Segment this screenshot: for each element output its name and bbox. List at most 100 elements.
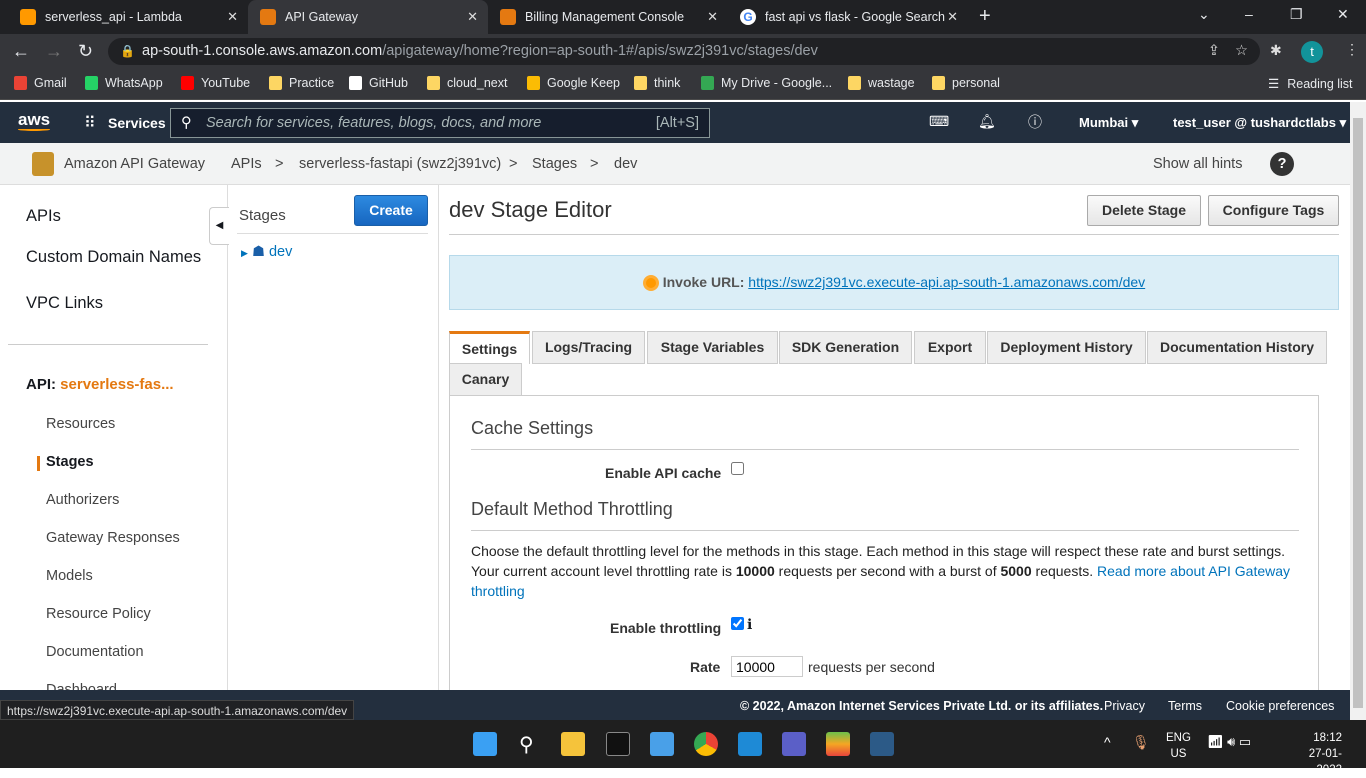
sidebar-item-resource-policy[interactable]: Resource Policy bbox=[46, 606, 151, 622]
teams-icon[interactable] bbox=[782, 732, 806, 756]
tab-settings[interactable]: Settings bbox=[449, 331, 530, 364]
crumb-stages[interactable]: Stages bbox=[532, 156, 577, 172]
language-indicator[interactable]: ENG US bbox=[1166, 730, 1191, 762]
new-tab-button[interactable]: + bbox=[979, 5, 991, 28]
bell-icon[interactable]: 🔔︎ bbox=[978, 113, 996, 130]
active-indicator bbox=[37, 456, 40, 471]
info-icon[interactable]: ℹ bbox=[747, 616, 752, 633]
tab-export[interactable]: Export bbox=[914, 331, 986, 364]
bookmark-item[interactable]: personal bbox=[932, 76, 1000, 90]
help-icon[interactable]: ⓘ bbox=[1028, 112, 1042, 132]
wifi-volume-battery-icons[interactable]: 📶︎ 🔊︎ ▭ bbox=[1207, 734, 1251, 750]
sidebar-item-resources[interactable]: Resources bbox=[46, 416, 115, 432]
bluestacks-icon[interactable] bbox=[826, 732, 850, 756]
aws-search-input[interactable]: ⚲ Search for services, features, blogs, d… bbox=[170, 108, 710, 138]
back-icon[interactable]: ← bbox=[12, 41, 30, 62]
tab-logs-tracing[interactable]: Logs/Tracing bbox=[532, 331, 645, 364]
sidebar-item-vpc-links[interactable]: VPC Links bbox=[26, 294, 103, 313]
crumb-api[interactable]: serverless-fastapi (swz2j391vc) bbox=[299, 156, 501, 172]
stage-tree-item-dev[interactable]: ▶ ☗ dev bbox=[241, 244, 292, 260]
info-dot-icon bbox=[642, 275, 659, 292]
bookmark-item[interactable]: WhatsApp bbox=[85, 76, 163, 90]
aws-logo[interactable]: aws bbox=[18, 110, 50, 131]
share-icon[interactable]: ⇪ bbox=[1208, 38, 1220, 65]
tab-canary[interactable]: Canary bbox=[449, 363, 522, 396]
bookmark-item[interactable]: Gmail bbox=[14, 76, 67, 90]
privacy-link[interactable]: Privacy bbox=[1104, 699, 1145, 713]
restore-button[interactable]: ❐ bbox=[1290, 6, 1303, 23]
sidebar-item-apis[interactable]: APIs bbox=[26, 207, 61, 226]
bookmark-item[interactable]: think bbox=[634, 76, 680, 90]
tab-google[interactable]: Gfast api vs flask - Google Search ✕ bbox=[728, 0, 968, 34]
menu-icon[interactable]: ⋮ bbox=[1345, 41, 1359, 58]
region-selector[interactable]: Mumbai ▾ bbox=[1079, 115, 1138, 131]
profile-avatar[interactable]: t bbox=[1301, 41, 1323, 63]
bookmark-item[interactable]: My Drive - Google... bbox=[701, 76, 832, 90]
reading-list-button[interactable]: ☰ Reading list bbox=[1268, 76, 1353, 92]
configure-tags-button[interactable]: Configure Tags bbox=[1208, 195, 1339, 226]
enable-throttling-checkbox[interactable] bbox=[731, 617, 744, 630]
sidebar-item-documentation[interactable]: Documentation bbox=[46, 644, 144, 660]
tab-documentation-history[interactable]: Documentation History bbox=[1147, 331, 1327, 364]
star-icon[interactable]: ☆ bbox=[1235, 38, 1248, 65]
forward-icon[interactable]: → bbox=[45, 41, 63, 62]
cloudshell-icon[interactable]: ⌨ bbox=[929, 113, 949, 130]
search-icon[interactable]: ⚲ bbox=[519, 732, 543, 756]
tray-overflow-icon[interactable]: ^ bbox=[1104, 734, 1111, 750]
minimize-button[interactable]: – bbox=[1245, 6, 1253, 22]
cookie-preferences-link[interactable]: Cookie preferences bbox=[1226, 699, 1334, 713]
close-window-button[interactable]: ✕ bbox=[1337, 6, 1349, 23]
search-icon: ⚲ bbox=[181, 115, 192, 131]
tab-stage-variables[interactable]: Stage Variables bbox=[647, 331, 778, 364]
close-icon[interactable]: ✕ bbox=[467, 9, 478, 25]
tab-search-icon[interactable]: ⌄ bbox=[1198, 6, 1210, 23]
bookmark-item[interactable]: cloud_next bbox=[427, 76, 507, 90]
tab-sdk-generation[interactable]: SDK Generation bbox=[779, 331, 912, 364]
invoke-url-link[interactable]: https://swz2j391vc.execute-api.ap-south-… bbox=[748, 274, 1145, 290]
crumb-apis[interactable]: APIs bbox=[231, 156, 262, 172]
bookmark-item[interactable]: Practice bbox=[269, 76, 334, 90]
vscode-icon[interactable] bbox=[738, 732, 762, 756]
sidebar-item-stages[interactable]: Stages bbox=[46, 454, 94, 470]
clock[interactable]: 18:12 27-01-2022 bbox=[1292, 730, 1342, 778]
rate-input[interactable] bbox=[731, 656, 803, 677]
file-explorer-icon[interactable] bbox=[561, 732, 585, 756]
bookmark-item[interactable]: YouTube bbox=[181, 76, 250, 90]
create-stage-button[interactable]: Create bbox=[354, 195, 428, 226]
mysql-workbench-icon[interactable] bbox=[870, 732, 894, 756]
extensions-icon[interactable]: ✱ bbox=[1270, 42, 1282, 59]
sidebar-item-gateway-responses[interactable]: Gateway Responses bbox=[46, 530, 180, 546]
close-icon[interactable]: ✕ bbox=[707, 9, 718, 25]
bookmark-item[interactable]: wastage bbox=[848, 76, 915, 90]
sidebar-item-models[interactable]: Models bbox=[46, 568, 93, 584]
close-icon[interactable]: ✕ bbox=[227, 9, 238, 25]
bookmark-label: My Drive - Google... bbox=[721, 76, 833, 90]
tab-deployment-history[interactable]: Deployment History bbox=[987, 331, 1146, 364]
service-name[interactable]: Amazon API Gateway bbox=[64, 156, 205, 172]
address-input[interactable]: 🔒 ap-south-1.console.aws.amazon.com/apiga… bbox=[108, 38, 1260, 65]
services-menu[interactable]: Services bbox=[108, 115, 166, 131]
tab-billing[interactable]: Billing Management Console ✕ bbox=[488, 0, 728, 34]
tab-lambda[interactable]: serverless_api - Lambda ✕ bbox=[8, 0, 248, 34]
close-icon[interactable]: ✕ bbox=[947, 9, 958, 25]
notepad-icon[interactable] bbox=[650, 732, 674, 756]
show-hints-button[interactable]: Show all hints bbox=[1153, 156, 1242, 172]
reload-icon[interactable]: ↻ bbox=[78, 41, 93, 62]
api-selected[interactable]: API: serverless-fas... bbox=[26, 376, 174, 393]
help-icon[interactable]: ? bbox=[1270, 152, 1294, 176]
start-icon[interactable] bbox=[473, 732, 497, 756]
terminal-icon[interactable] bbox=[606, 732, 630, 756]
terms-link[interactable]: Terms bbox=[1168, 699, 1202, 713]
sidebar-item-custom-domains[interactable]: Custom Domain Names bbox=[26, 248, 201, 267]
sidebar-item-authorizers[interactable]: Authorizers bbox=[46, 492, 119, 508]
enable-cache-checkbox[interactable] bbox=[731, 462, 744, 475]
grid-icon[interactable]: ⠿ bbox=[84, 113, 96, 133]
bookmark-item[interactable]: GitHub bbox=[349, 76, 408, 90]
tab-api-gateway[interactable]: API Gateway ✕ bbox=[248, 0, 488, 34]
collapse-panel-button[interactable]: ◀ bbox=[209, 207, 229, 245]
page-scrollbar[interactable] bbox=[1350, 102, 1366, 720]
chrome-icon[interactable] bbox=[694, 732, 718, 756]
account-menu[interactable]: test_user @ tushardctlabs ▾ bbox=[1173, 115, 1346, 131]
bookmark-item[interactable]: Google Keep bbox=[527, 76, 620, 90]
delete-stage-button[interactable]: Delete Stage bbox=[1087, 195, 1201, 226]
